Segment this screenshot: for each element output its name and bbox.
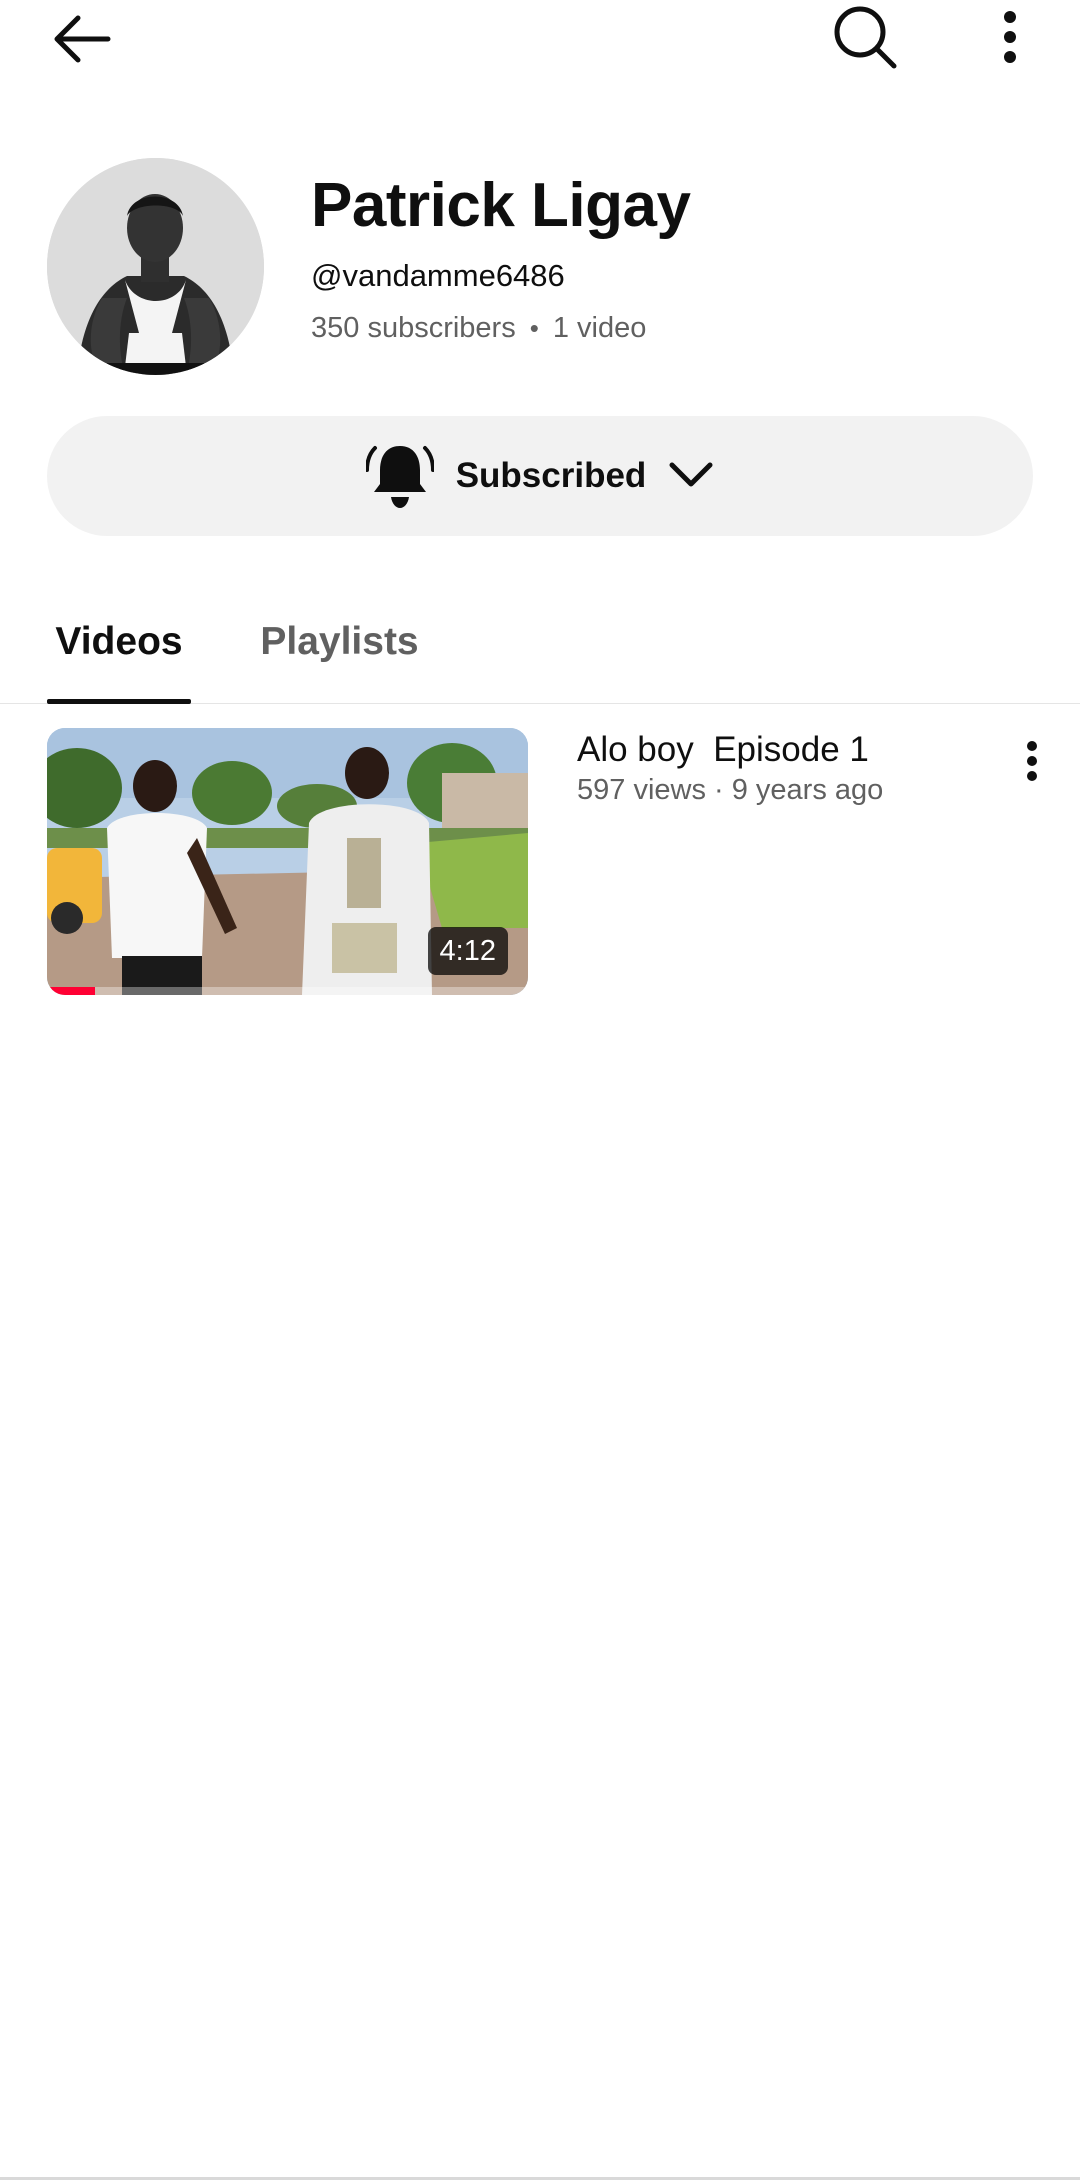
channel-avatar[interactable] — [47, 158, 264, 375]
channel-stats[interactable]: 350 subscribers • 1 video — [311, 308, 646, 348]
back-button[interactable] — [40, 5, 122, 75]
tab-videos[interactable]: Videos — [47, 580, 191, 704]
video-duration: 4:12 — [427, 927, 508, 975]
video-title[interactable]: Alo boy Episode 1 — [577, 728, 869, 772]
subscribed-button-content: Subscribed — [364, 440, 715, 513]
bell-icon — [364, 440, 435, 513]
subscriber-count: 350 subscribers — [311, 312, 516, 344]
channel-page: Patrick Ligay @vandamme6486 350 subscrib… — [0, 0, 1080, 2180]
channel-handle: @vandamme6486 — [311, 258, 565, 293]
tab-selected-indicator — [47, 699, 191, 704]
chevron-down-icon — [668, 461, 714, 492]
video-count: 1 video — [552, 312, 647, 344]
channel-name: Patrick Ligay — [311, 171, 691, 240]
search-button[interactable] — [820, 0, 910, 76]
more-options-button[interactable] — [980, 2, 1040, 74]
video-metadata: 597 views · 9 years ago — [577, 774, 884, 806]
video-thumbnail[interactable]: 4:12 — [47, 728, 528, 995]
top-bar — [0, 0, 1080, 80]
watch-progress-bar — [47, 987, 528, 995]
channel-tabs: Videos Playlists — [0, 580, 1080, 704]
search-icon — [832, 4, 898, 73]
arrow-left-icon — [50, 13, 112, 68]
tab-playlists[interactable]: Playlists — [252, 580, 427, 704]
watch-progress-fill — [47, 987, 96, 995]
channel-header: Patrick Ligay @vandamme6486 350 subscrib… — [0, 150, 1080, 390]
stats-separator: • — [529, 313, 539, 343]
video-more-options-button[interactable] — [1012, 732, 1052, 792]
video-list-item[interactable]: 4:12 Alo boy Episode 1 597 views · 9 yea… — [0, 728, 1080, 996]
more-vertical-icon — [1025, 740, 1039, 785]
subscribed-label: Subscribed — [455, 456, 647, 495]
more-vertical-icon — [1002, 10, 1018, 67]
subscribed-button[interactable]: Subscribed — [47, 416, 1033, 536]
